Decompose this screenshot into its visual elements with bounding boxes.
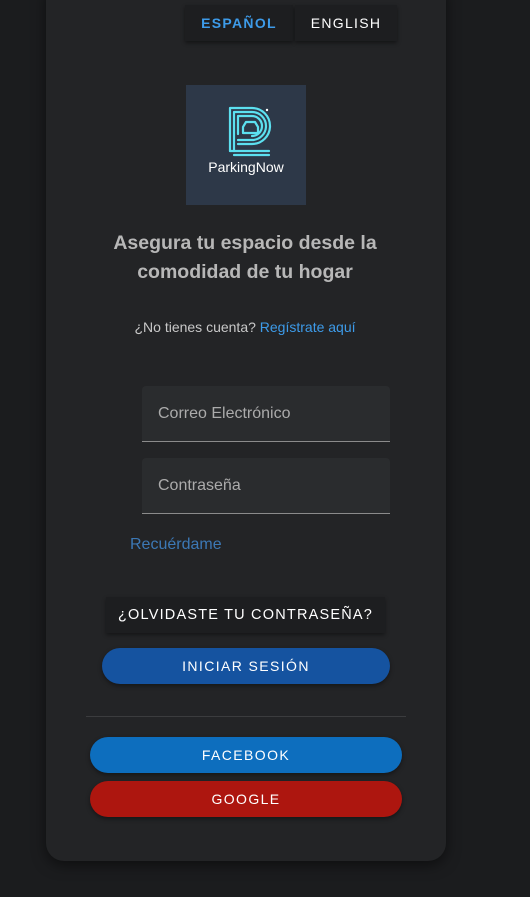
signup-prompt: ¿No tienes cuenta? Regístrate aquí	[75, 319, 415, 335]
app-logo: ParkingNow	[186, 85, 306, 205]
google-login-button[interactable]: GOOGLE	[90, 781, 402, 817]
signup-prompt-text: ¿No tienes cuenta?	[134, 319, 256, 335]
facebook-login-button[interactable]: FACEBOOK	[90, 737, 402, 773]
password-input[interactable]	[142, 458, 390, 513]
login-button[interactable]: INICIAR SESIÓN	[102, 648, 390, 684]
language-button-english[interactable]: ENGLISH	[295, 5, 397, 41]
language-button-spanish[interactable]: ESPAÑOL	[185, 5, 293, 41]
forgot-password-button[interactable]: ¿OLVIDASTE TU CONTRASEÑA?	[106, 597, 385, 633]
parking-p-car-icon	[228, 106, 272, 157]
email-input[interactable]	[142, 386, 390, 441]
logo-text: ParkingNow	[208, 159, 284, 175]
password-field	[142, 458, 390, 514]
remember-me-toggle[interactable]: Recuérdame	[130, 536, 222, 554]
email-field	[142, 386, 390, 442]
signup-link[interactable]: Regístrate aquí	[260, 319, 356, 335]
divider	[86, 716, 406, 717]
tagline: Asegura tu espacio desde la comodidad de…	[113, 232, 377, 283]
